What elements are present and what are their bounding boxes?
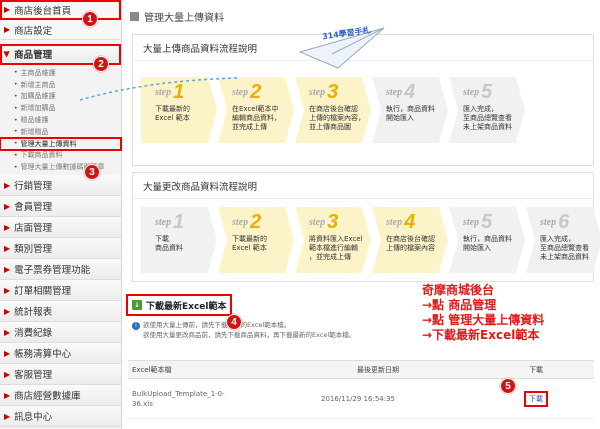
- sidebar-section[interactable]: ▶ 訂單相關管理: [0, 280, 121, 302]
- step-item: step 4 在商店後台確認 上傳的檔案內容: [372, 207, 448, 273]
- download-icon: ↓: [132, 300, 142, 310]
- sidebar-section[interactable]: ▶ 會員管理: [0, 196, 121, 218]
- sidebar-section[interactable]: ▶ 電子票券管理功能: [0, 259, 121, 281]
- arrow-down-icon: ▶: [2, 50, 12, 58]
- sidebar-item-label: 商品管理: [14, 50, 53, 61]
- step-item: step 5 匯入完成， 至商品總覽查看 未上架商品資料: [449, 77, 525, 143]
- sidebar-section[interactable]: ▶ 消費紀錄: [0, 322, 121, 344]
- sidebar-section[interactable]: ▶ 類別管理: [0, 238, 121, 260]
- step-badge: 5: [500, 378, 516, 394]
- download-template-heading: ↓ 下載最新Excel範本: [125, 294, 233, 316]
- annotation-text: 奇摩商城後台 →點 商品管理 →點 管理大量上傳資料 →下載最新Excel範本: [422, 283, 545, 342]
- square-icon: [130, 12, 139, 21]
- sidebar-section[interactable]: ▶ 訊息中心: [0, 406, 121, 428]
- main-content: 管理大量上傳資料 大量上傳商品資料流程說明 step 1 下載最新的 Excel 範本…: [122, 0, 600, 429]
- sidebar-section[interactable]: ▶ 商店經營數據庫: [0, 385, 121, 407]
- sidebar-item-store-home[interactable]: ▶ 商店後台首頁: [0, 0, 121, 20]
- step-item: step 3 將資料匯入Excel 範本檔進行編輯 ，並完成上傳: [295, 207, 371, 273]
- sidebar-section[interactable]: ▶ 店面管理: [0, 217, 121, 239]
- sidebar-subitem[interactable]: • 新增贈品: [0, 126, 121, 138]
- arrow-right-icon: ▶: [4, 5, 11, 14]
- table-row: BulkUpload_Template_1-0-36.xls 2016/11/2…: [128, 379, 594, 419]
- step-list: step 1 下載 商品資料 step 2 下載最新的 Excel 範本 step 3 將資料匯…: [141, 207, 600, 273]
- sidebar-item-store-settings[interactable]: ▶ 商店設定: [0, 20, 121, 40]
- dashed-connector: [79, 77, 241, 101]
- step-item: step 1 下載 商品資料: [141, 207, 217, 273]
- step-badge: 4: [226, 314, 242, 330]
- download-button[interactable]: 下載: [524, 390, 548, 407]
- step-item: step 5 執行，商品資料 開始匯入: [449, 207, 525, 273]
- sidebar-subitem-bulk-upload[interactable]: • 管理大量上傳資料: [0, 136, 122, 151]
- sidebar-section[interactable]: ▶ 行銷管理: [0, 175, 121, 197]
- info-text: i 欲使用大量上傳前，請先下載最新的Excel範本檔。 欲使用大量更改商品前，請先…: [132, 320, 355, 340]
- template-table: Excel範本檔 最後更新日期 下載 BulkUpload_Template_1…: [128, 360, 594, 419]
- sidebar-section[interactable]: ▶ 客服管理: [0, 364, 121, 386]
- step-badge: 2: [93, 56, 109, 72]
- table-header: Excel範本檔 最後更新日期 下載: [128, 361, 594, 379]
- bulk-edit-flow-panel: 大量更改商品資料流程說明 step 1 下載 商品資料 step 2 下載最新的 Excel…: [132, 172, 600, 282]
- sidebar-subitem[interactable]: • 管理大量上傳數據碼與簽章: [0, 161, 121, 173]
- step-badge: 3: [84, 164, 100, 180]
- step-item: step 6 匯入完成， 至商品總覽查看 未上架商品資料: [526, 207, 600, 273]
- step-item: step 4 執行，商品資料 開始匯入: [372, 77, 448, 143]
- step-badge: 1: [82, 11, 98, 27]
- sidebar-section[interactable]: ▶ 帳務清算中心: [0, 343, 121, 365]
- step-item: step 3 在商店後台確認 上傳的檔案內容， 並上傳商品圖: [295, 77, 371, 143]
- info-icon: i: [132, 322, 140, 330]
- sidebar-item-label: 商店後台首頁: [14, 5, 72, 17]
- sidebar-subitem[interactable]: • 下載商品資料: [0, 150, 121, 162]
- step-item: step 2 下載最新的 Excel 範本: [218, 207, 294, 273]
- arrow-right-icon: ▶: [4, 25, 11, 34]
- page-title: 管理大量上傳資料: [130, 9, 224, 24]
- sidebar-subitem[interactable]: • 贈品維護: [0, 114, 121, 126]
- panel-title: 大量更改商品資料流程說明: [133, 173, 593, 199]
- sidebar-item-label: 商店設定: [14, 25, 53, 37]
- sidebar-section[interactable]: ▶ 統計報表: [0, 301, 121, 323]
